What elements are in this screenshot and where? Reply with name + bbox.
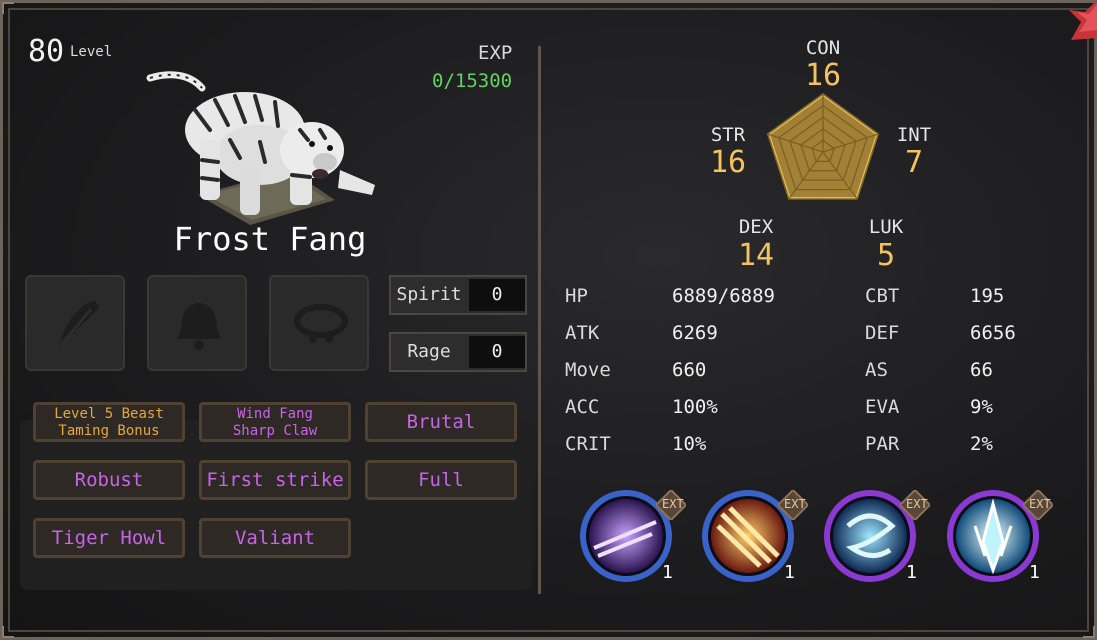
rage-value: 0 [469,336,525,368]
traits-panel [20,420,532,590]
stat-label-move: Move [565,359,611,381]
frame-corner [2,626,14,638]
skill-slot-1[interactable]: EXT 1 [578,486,688,586]
white-tiger-portrait [146,71,375,225]
rage-label: Rage [407,341,451,362]
stat-value-def: 6656 [970,322,1016,344]
skill-slot-4[interactable]: EXT 1 [945,486,1055,586]
attr-dex-label: DEX [738,216,774,238]
equipment-slot-1[interactable] [25,275,125,371]
level-label: Level [70,44,113,60]
trait-line: Sharp Claw [232,423,318,439]
attr-con-label: CON [805,37,841,59]
trait-wind-fang-sharp-claw[interactable]: Wind Fang Sharp Claw [199,402,351,442]
trait-robust[interactable]: Robust [33,460,185,500]
skill-level: 1 [1029,562,1040,583]
trait-full[interactable]: Full [365,460,517,500]
attr-int-value: 7 [904,145,924,180]
stat-label-eva: EVA [865,396,900,418]
ext-label: EXT [662,497,684,511]
trait-line: Wind Fang [237,406,313,422]
stat-label-cbt: CBT [865,285,900,307]
trait-line: Taming Bonus [58,423,160,439]
attr-luk-label: LUK [868,216,904,238]
stat-label-acc: ACC [565,396,600,418]
ext-label: EXT [1029,497,1051,511]
bell-icon [177,303,221,350]
panel-divider [538,46,541,594]
frame-corner [2,2,14,14]
stat-value-par: 2% [970,433,993,455]
spirit-label: Spirit [396,284,462,305]
stat-value-crit: 10% [672,433,707,455]
attribute-radar-chart [766,93,880,200]
attr-luk-value: 5 [876,238,896,273]
skill-level: 1 [906,562,917,583]
level-number: 80 [28,34,65,69]
equipment-slot-3[interactable] [269,275,369,371]
trait-tiger-howl[interactable]: Tiger Howl [33,518,185,558]
frame-corner [1083,626,1095,638]
trait-valiant[interactable]: Valiant [199,518,351,558]
spirit-box: Spirit 0 [389,275,527,315]
skill-level: 1 [662,562,673,583]
stat-label-atk: ATK [565,322,600,344]
trait-brutal[interactable]: Brutal [365,402,517,442]
stat-label-as: AS [865,359,888,381]
trait-line: Level 5 Beast [54,406,164,422]
exp-label: EXP [478,42,513,64]
skill-slot-2[interactable]: EXT 1 [700,486,810,586]
collar-icon [294,304,348,343]
stat-label-hp: HP [565,285,588,307]
stat-value-hp: 6889/6889 [672,285,775,307]
attr-int-label: INT [896,124,932,146]
exp-value: 0/15300 [432,70,513,92]
skill-slot-3[interactable]: EXT 1 [822,486,932,586]
stat-value-cbt: 195 [970,285,1005,307]
beast-name: Frost Fang [173,220,367,258]
stat-value-eva: 9% [970,396,993,418]
attr-str-value: 16 [709,145,747,180]
stat-label-par: PAR [865,433,900,455]
spirit-value: 0 [469,279,525,311]
skill-level: 1 [784,562,795,583]
trait-beast-taming-bonus[interactable]: Level 5 Beast Taming Bonus [33,402,185,442]
ext-label: EXT [784,497,806,511]
attr-dex-value: 14 [737,238,775,273]
rage-box: Rage 0 [389,332,527,372]
stat-label-def: DEF [865,322,900,344]
stat-label-crit: CRIT [565,433,611,455]
stat-value-atk: 6269 [672,322,718,344]
stat-value-acc: 100% [672,396,718,418]
ext-label: EXT [906,497,928,511]
stat-value-as: 66 [970,359,993,381]
feather-icon [59,301,99,347]
attr-str-label: STR [710,124,746,146]
equipment-slot-2[interactable] [147,275,247,371]
close-icon[interactable] [1067,0,1097,40]
stat-value-move: 660 [672,359,707,381]
trait-first-strike[interactable]: First strike [199,460,351,500]
